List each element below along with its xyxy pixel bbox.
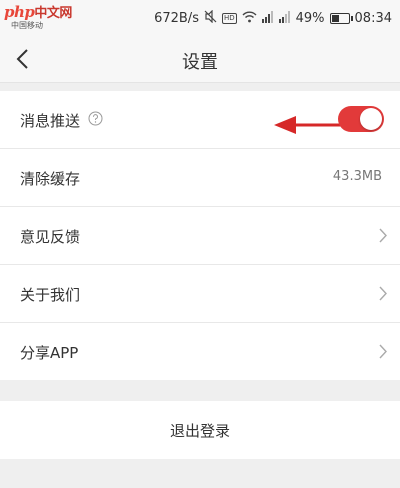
cache-size: 43.3MB — [332, 169, 382, 184]
status-bar: php中文网 中国移动 672B/s HD 49% 08:34 — [0, 0, 400, 36]
battery-fill — [331, 14, 340, 22]
push-toggle[interactable] — [338, 106, 384, 132]
signal-icon-2 — [278, 10, 291, 26]
status-indicators: 672B/s HD 49% 08:34 — [154, 9, 392, 26]
clock: 08:34 — [354, 10, 392, 26]
network-speed: 672B/s — [154, 10, 199, 26]
setting-row-feedback[interactable]: 意见反馈 — [0, 207, 400, 265]
hd-icon: HD — [221, 12, 237, 24]
nav-bar: 设置 — [0, 36, 400, 83]
share-label: 分享APP — [20, 344, 79, 362]
chevron-right-icon — [379, 286, 387, 301]
toggle-knob — [360, 108, 382, 130]
chevron-right-icon — [379, 228, 387, 243]
setting-row-about[interactable]: 关于我们 — [0, 265, 400, 323]
push-label: 消息推送 — [20, 112, 81, 130]
help-icon[interactable] — [88, 111, 103, 126]
cache-label: 清除缓存 — [20, 170, 81, 188]
battery-percent: 49% — [295, 10, 325, 26]
setting-row-cache[interactable]: 清除缓存 43.3MB — [0, 149, 400, 207]
feedback-label: 意见反馈 — [20, 228, 81, 246]
battery-icon — [329, 12, 353, 24]
logout-label: 退出登录 — [169, 422, 230, 440]
setting-row-push: 消息推送 — [0, 91, 400, 149]
signal-icon — [261, 10, 274, 26]
about-label: 关于我们 — [20, 286, 81, 304]
mute-icon — [204, 9, 217, 26]
carrier-label: 中国移动 — [11, 21, 43, 30]
page-title: 设置 — [182, 52, 218, 73]
wifi-icon — [242, 11, 257, 26]
chevron-right-icon — [379, 344, 387, 359]
watermark-logo: php中文网 — [4, 2, 72, 21]
watermark-cn: 中文网 — [34, 6, 72, 21]
logout-button[interactable]: 退出登录 — [0, 401, 400, 459]
setting-row-share[interactable]: 分享APP — [0, 323, 400, 380]
settings-list: 消息推送 清除缓存 43.3MB 意见反馈 关于我们 分享APP — [0, 91, 400, 380]
watermark-php: php — [4, 3, 35, 21]
